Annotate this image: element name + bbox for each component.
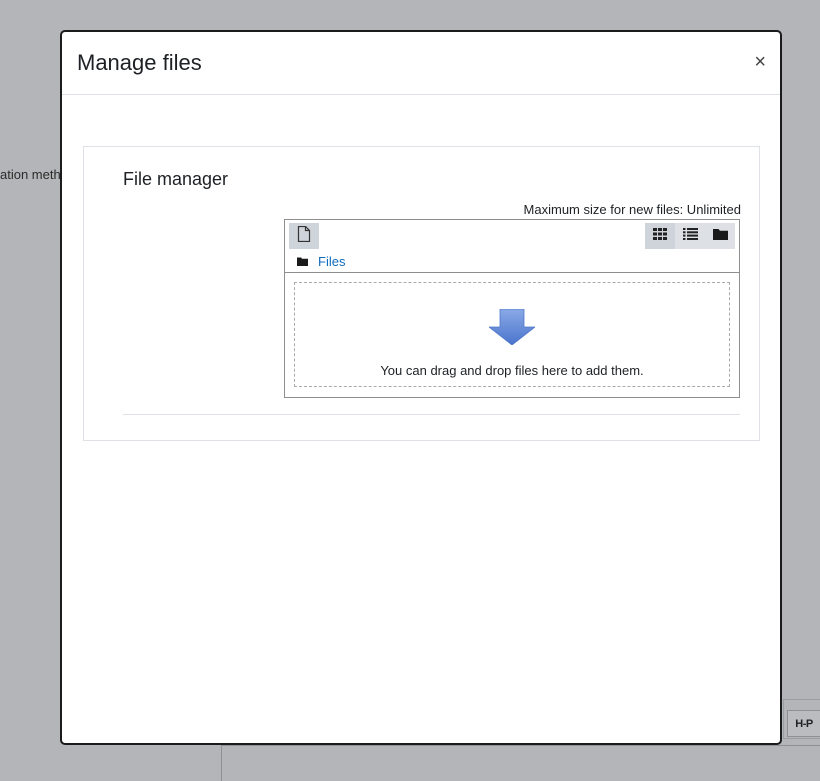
drop-instructions: You can drag and drop files here to add … [380,363,644,378]
background-content-region [221,745,820,781]
max-size-label: Maximum size for new files: Unlimited [523,202,741,217]
breadcrumb: Files [297,254,345,269]
modal-header: Manage files × [62,32,780,95]
file-manager-heading: File manager [123,169,229,189]
view-icons-button[interactable] [645,223,675,249]
view-tree-button[interactable] [705,223,735,249]
background-page-text: ation meth [0,167,61,182]
breadcrumb-files-link[interactable]: Files [318,254,345,269]
file-icon [297,225,311,247]
divider [123,414,740,415]
folder-icon [712,227,728,245]
file-manager-panel: File manager Maximum size for new files:… [83,146,760,441]
grid-icon [653,227,667,245]
file-manager-box: Files You can drag and drop files here t… [284,219,740,398]
list-icon [682,227,698,245]
folder-icon [297,254,308,269]
close-button[interactable]: × [754,52,766,72]
h5p-button[interactable]: H-P [787,710,820,737]
view-list-button[interactable] [675,223,705,249]
manage-files-dialog: Manage files × File manager Maximum size… [60,30,782,745]
add-file-button[interactable] [289,223,319,249]
drop-zone[interactable]: You can drag and drop files here to add … [294,282,730,387]
file-manager-toolbar: Files [285,220,739,273]
modal-title: Manage files [77,50,202,75]
arrow-down-icon [487,308,537,350]
